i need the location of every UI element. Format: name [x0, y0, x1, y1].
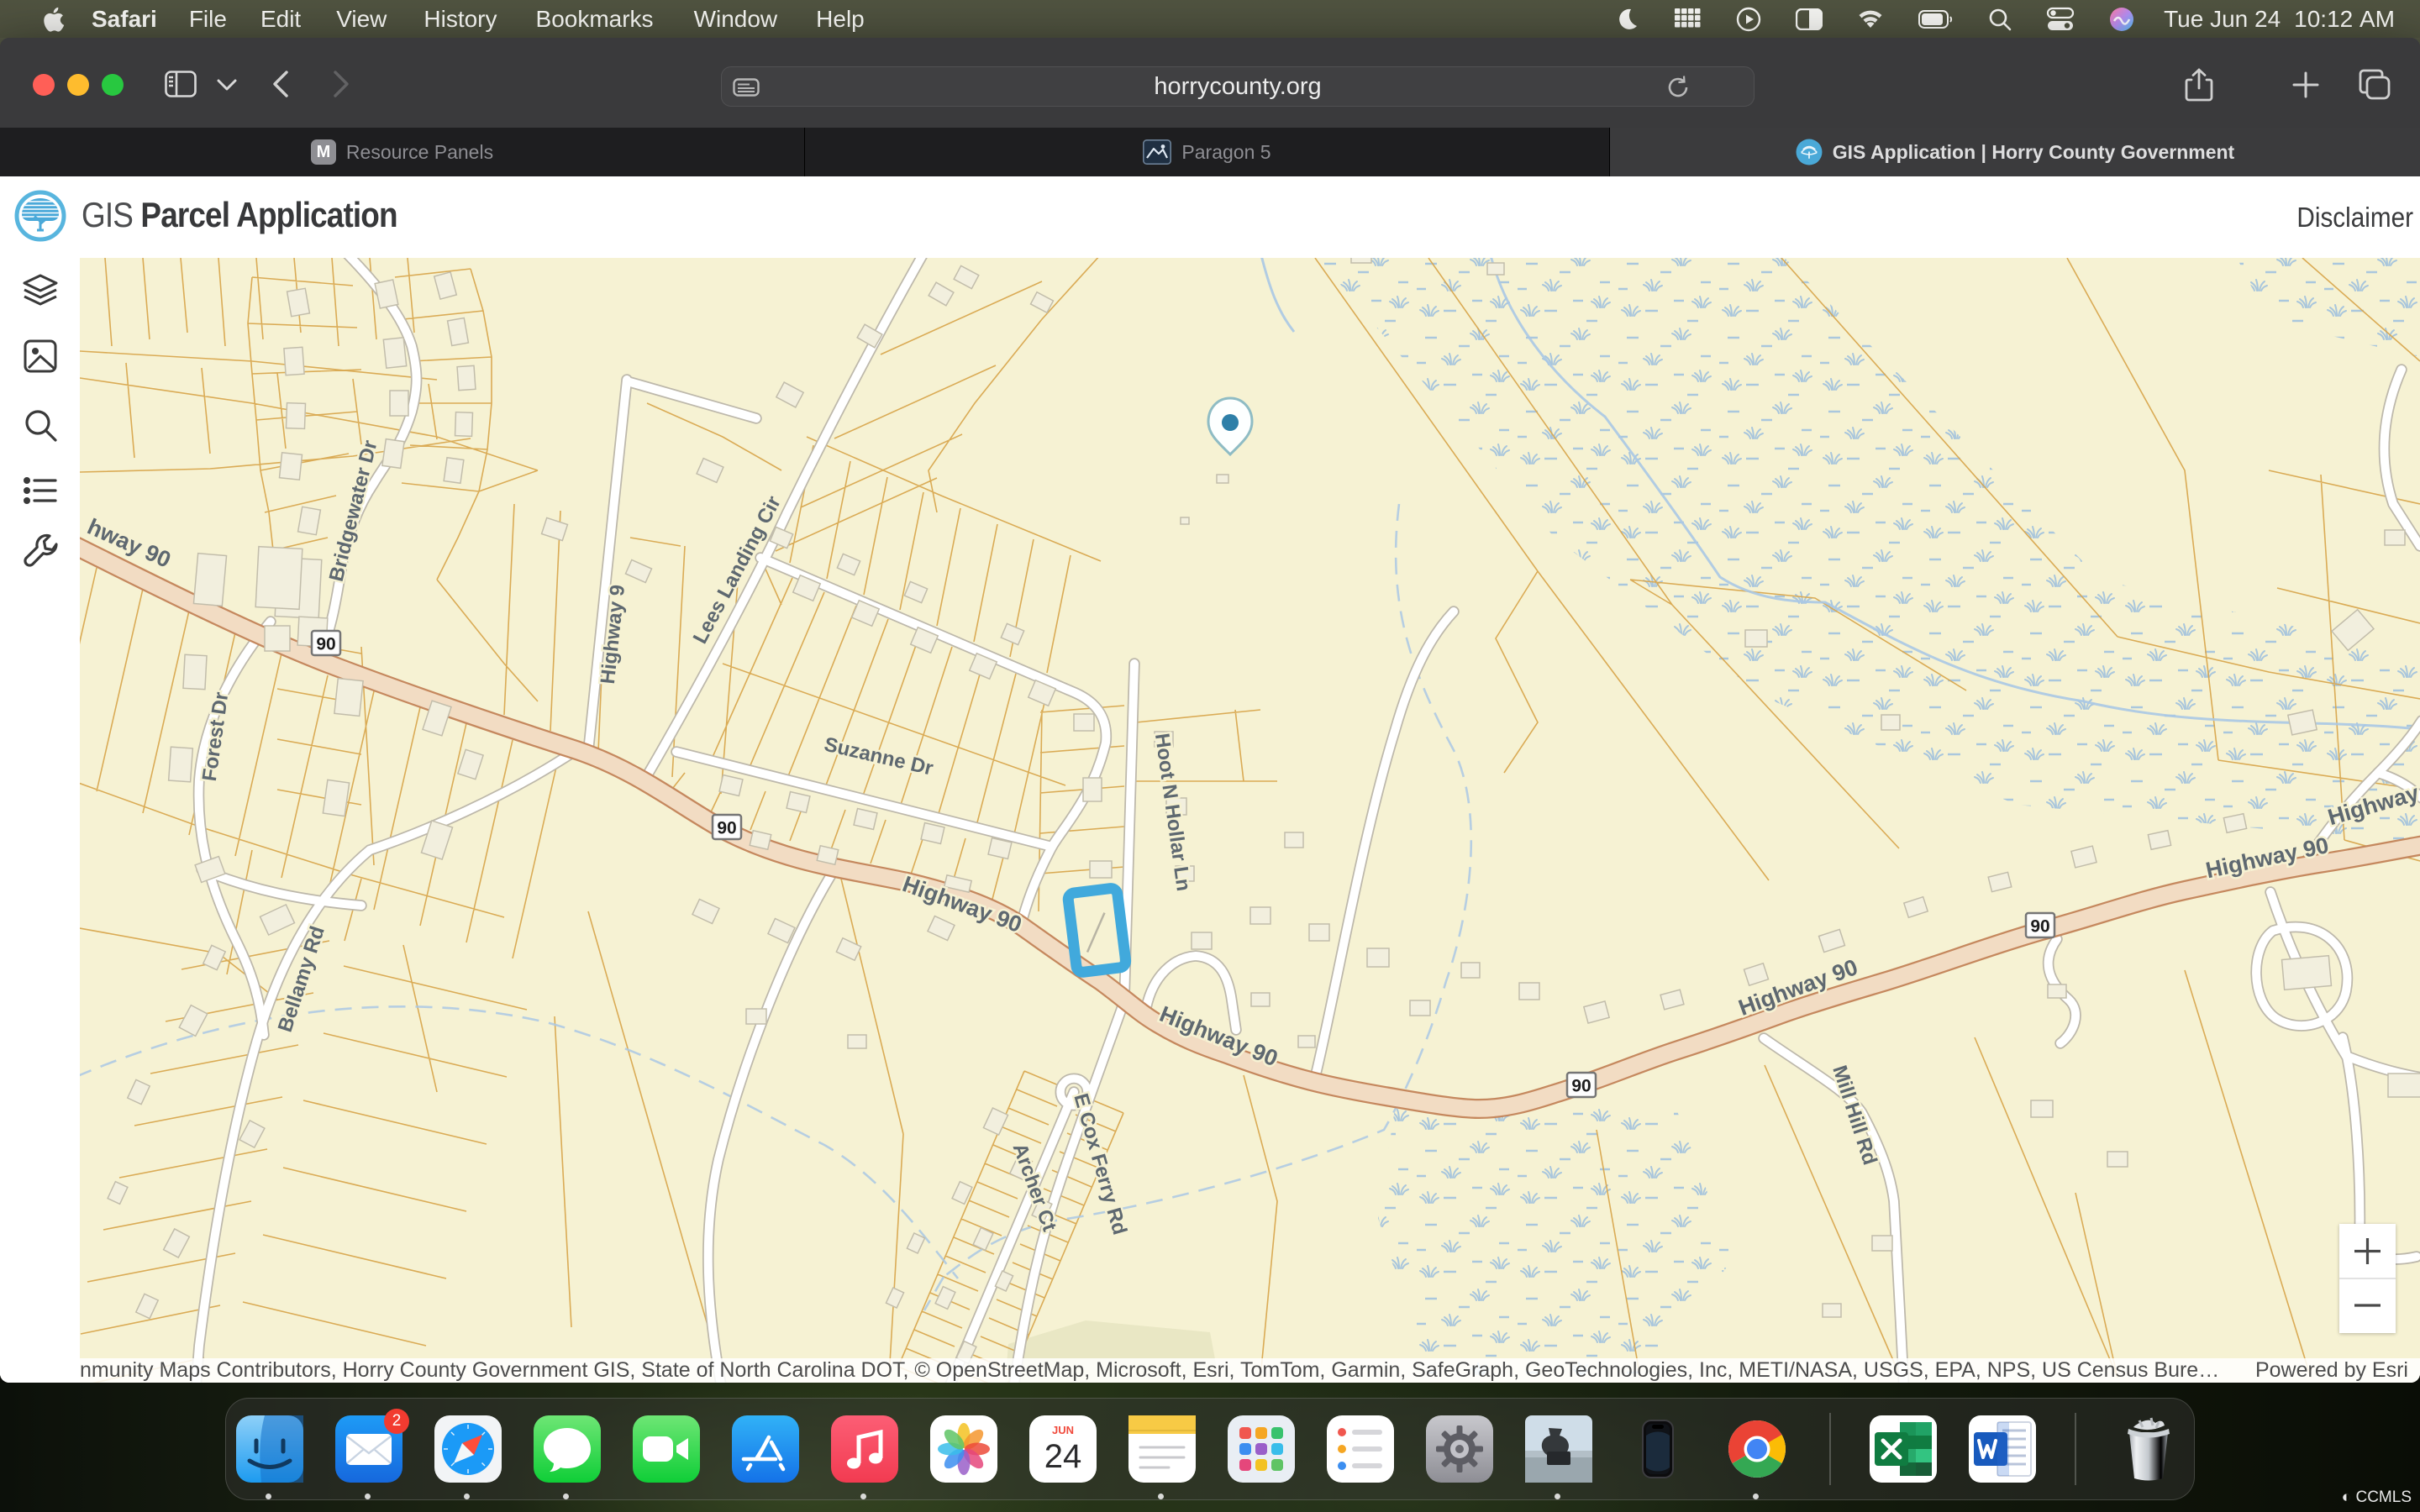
svg-text:90: 90	[1571, 1077, 1591, 1096]
svg-text:JUN: JUN	[1052, 1424, 1074, 1436]
svg-text:90: 90	[717, 819, 736, 838]
svg-text:90: 90	[2030, 917, 2049, 937]
svg-text:24: 24	[1044, 1438, 1082, 1475]
svg-text:90: 90	[316, 635, 335, 654]
